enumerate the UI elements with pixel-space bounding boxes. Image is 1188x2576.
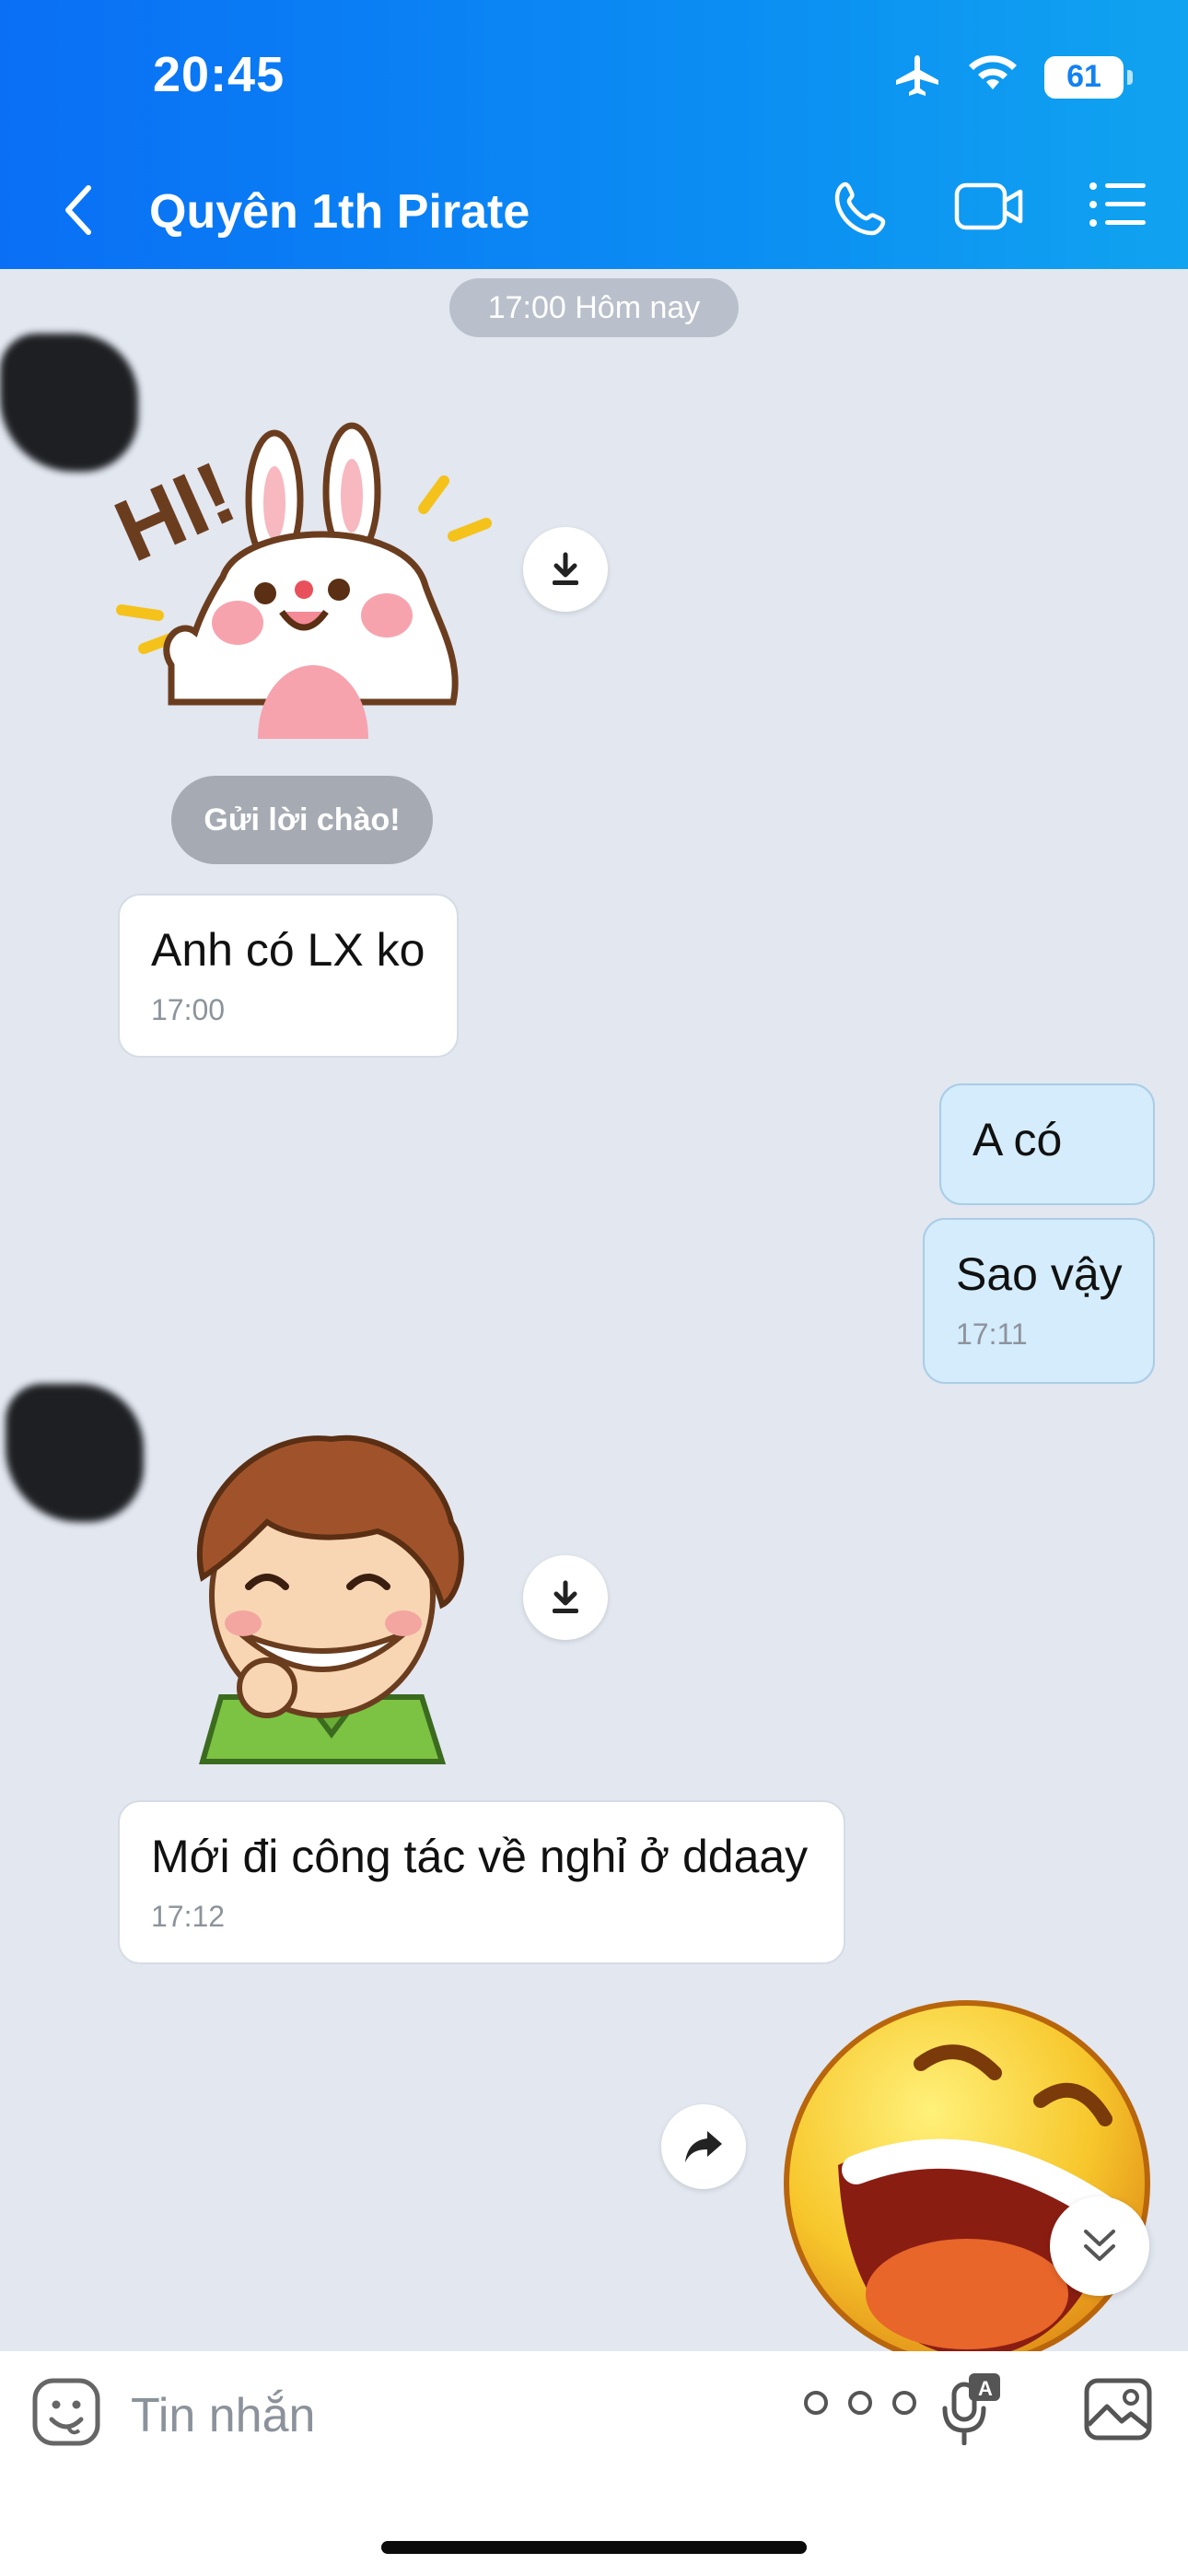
time-divider: 17:00 Hôm nay (449, 278, 739, 337)
status-icons: 61 (893, 53, 1133, 100)
battery-icon: 61 (1044, 55, 1133, 99)
more-options-icon[interactable] (801, 2384, 921, 2426)
wifi-icon (967, 54, 1019, 100)
sticker-emoji-icon[interactable] (31, 2377, 101, 2452)
download-sticker-button[interactable] (523, 1555, 608, 1640)
message-input[interactable]: Tin nhắn (131, 2388, 315, 2443)
incoming-message[interactable]: Mới đi công tác về nghỉ ở ddaay 17:12 (118, 1800, 845, 1964)
outgoing-message[interactable]: Sao vậy 17:11 (923, 1218, 1155, 1384)
message-text: A có (973, 1114, 1063, 1165)
message-text: Sao vậy (956, 1248, 1123, 1300)
download-sticker-button[interactable] (523, 527, 608, 612)
forward-sticker-button[interactable] (661, 2104, 746, 2189)
airplane-icon (893, 53, 941, 100)
laughing-emoji-sticker[interactable] (783, 1990, 1151, 2351)
grinning-boy-sticker[interactable] (166, 1421, 470, 1771)
outgoing-message[interactable]: A có (939, 1083, 1155, 1205)
scroll-to-bottom-button[interactable] (1050, 2196, 1149, 2296)
svg-text:HI!: HI! (111, 443, 250, 581)
double-chevron-down-icon (1084, 2230, 1115, 2261)
send-greeting-button[interactable]: Gửi lời chào! (171, 776, 433, 864)
chat-header: 20:45 61 Quyên 1th Pirate (0, 0, 1188, 269)
status-time: 20:45 (153, 47, 285, 102)
back-button[interactable] (57, 182, 101, 238)
message-text: Anh có LX ko (151, 924, 425, 976)
menu-list-icon[interactable] (1089, 181, 1147, 238)
incoming-message[interactable]: Anh có LX ko 17:00 (118, 894, 459, 1058)
voice-to-text-icon[interactable]: A (941, 2371, 1002, 2450)
download-icon (553, 1580, 578, 1613)
message-time: 17:11 (956, 1317, 1028, 1351)
image-gallery-icon[interactable] (1083, 2377, 1153, 2446)
video-call-icon[interactable] (954, 181, 1024, 238)
contact-avatar[interactable] (6, 1384, 144, 1522)
message-input-bar: Tin nhắn A (0, 2351, 1188, 2576)
message-time: 17:12 (151, 1900, 226, 1933)
contact-name[interactable]: Quyên 1th Pirate (149, 184, 530, 240)
message-text: Mới đi công tác về nghỉ ở ddaay (151, 1831, 809, 1882)
hi-bunny-sticker[interactable]: HI! (101, 389, 497, 739)
home-indicator (381, 2541, 807, 2554)
download-icon (553, 552, 578, 585)
message-time: 17:00 (151, 993, 226, 1026)
header-actions (833, 181, 1147, 238)
forward-arrow-icon (685, 2131, 722, 2162)
phone-call-icon[interactable] (833, 181, 890, 238)
message-list[interactable]: 17:00 Hôm nay HI! Gửi lời chào! Anh có L… (0, 269, 1188, 2351)
svg-text:A: A (978, 2377, 993, 2400)
